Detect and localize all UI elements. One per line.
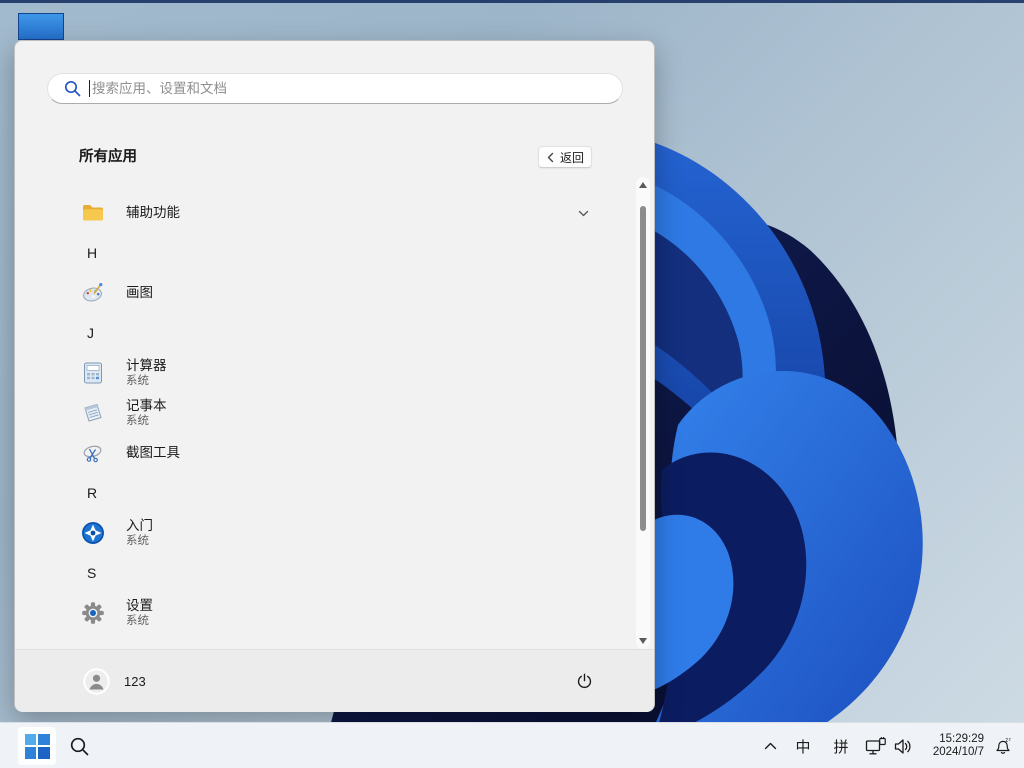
section-letter-h[interactable]: H xyxy=(15,233,635,273)
settings-icon xyxy=(82,602,104,624)
do-not-disturb-bell-icon: z z xyxy=(996,737,1012,754)
all-apps-header: 所有应用 xyxy=(79,149,137,165)
power-button[interactable] xyxy=(567,664,601,698)
folder-label: 辅助功能 xyxy=(126,205,180,220)
app-label: 画图 xyxy=(126,285,153,300)
taskbar: 中 拼 15:29:29 2024/10/7 z z xyxy=(0,722,1024,768)
app-label: 入门 xyxy=(126,518,153,533)
section-letter-r[interactable]: R xyxy=(15,473,635,513)
user-name: 123 xyxy=(124,673,146,689)
tray-time: 15:29:29 xyxy=(939,732,984,745)
scroll-down-arrow[interactable] xyxy=(639,638,647,644)
app-item-get-started[interactable]: 入门 系统 xyxy=(15,513,635,553)
notepad-icon xyxy=(84,403,102,422)
app-item-notepad[interactable]: 记事本 系统 xyxy=(15,393,635,433)
app-item-calculator[interactable]: 计算器 系统 xyxy=(15,353,635,393)
section-letter-label: R xyxy=(87,485,98,501)
desktop-window-peek[interactable] xyxy=(18,13,64,40)
section-letter-j[interactable]: J xyxy=(15,313,635,353)
section-letter-s[interactable]: S xyxy=(15,553,635,593)
scrollbar[interactable] xyxy=(636,177,650,649)
section-letter-label: H xyxy=(87,245,98,261)
section-letter-label: J xyxy=(87,325,94,341)
tray-date: 2024/10/7 xyxy=(932,746,984,758)
app-item-paint[interactable]: 画图 xyxy=(15,273,635,313)
search-box[interactable] xyxy=(47,73,623,104)
start-menu-footer: 123 xyxy=(15,649,654,712)
ethernet-icon xyxy=(865,736,886,754)
ime-mode-indicator[interactable]: 拼 xyxy=(828,723,854,768)
app-item-settings[interactable]: 设置 系统 xyxy=(15,593,635,633)
hidden-icons-button[interactable] xyxy=(760,723,780,768)
app-item-snipping-tool[interactable]: 截图工具 xyxy=(15,433,635,473)
scrollbar-thumb[interactable] xyxy=(640,206,646,531)
start-button[interactable] xyxy=(18,727,56,765)
app-label: 计算器 xyxy=(126,358,167,373)
chevron-up-icon xyxy=(764,742,776,750)
windows-logo-icon xyxy=(24,733,50,759)
speaker-icon xyxy=(894,738,911,754)
section-letter-label: S xyxy=(87,565,97,581)
user-avatar-icon xyxy=(83,667,110,695)
app-label: 记事本 xyxy=(126,398,167,413)
app-label: 设置 xyxy=(126,598,153,613)
get-started-icon xyxy=(82,522,104,544)
start-menu-panel: 所有应用 返回 辅助功能 H xyxy=(14,40,655,712)
desktop: 所有应用 返回 辅助功能 H xyxy=(0,0,1024,768)
scroll-up-arrow[interactable] xyxy=(639,182,647,188)
taskbar-search-button[interactable] xyxy=(64,731,94,761)
clock[interactable]: 15:29:29 2024/10/7 xyxy=(922,723,984,768)
search-icon xyxy=(70,737,88,755)
back-button[interactable]: 返回 xyxy=(538,146,592,168)
app-sublabel: 系统 xyxy=(126,415,149,427)
app-sublabel: 系统 xyxy=(126,615,149,627)
search-icon xyxy=(64,80,81,97)
folder-item-accessibility[interactable]: 辅助功能 xyxy=(15,193,635,233)
volume-button[interactable] xyxy=(890,723,916,768)
chevron-left-icon xyxy=(547,152,554,162)
power-icon xyxy=(577,673,591,688)
ime-language-indicator[interactable]: 中 xyxy=(790,723,816,768)
user-button[interactable]: 123 xyxy=(71,658,158,704)
notifications-button[interactable]: z z xyxy=(990,723,1016,768)
app-sublabel: 系统 xyxy=(126,375,149,387)
paint-icon xyxy=(83,283,103,302)
calculator-icon xyxy=(84,362,102,384)
folder-icon xyxy=(83,205,103,221)
back-button-label: 返回 xyxy=(559,150,584,165)
text-caret xyxy=(89,80,90,97)
network-button[interactable] xyxy=(862,723,890,768)
search-input[interactable] xyxy=(92,81,610,96)
snipping-tool-icon xyxy=(83,445,102,463)
app-sublabel: 系统 xyxy=(126,535,149,547)
app-label: 截图工具 xyxy=(126,445,180,460)
svg-text:z: z xyxy=(1009,737,1012,741)
chevron-down-icon[interactable] xyxy=(577,207,590,220)
wallpaper-top-edge xyxy=(0,0,1024,3)
